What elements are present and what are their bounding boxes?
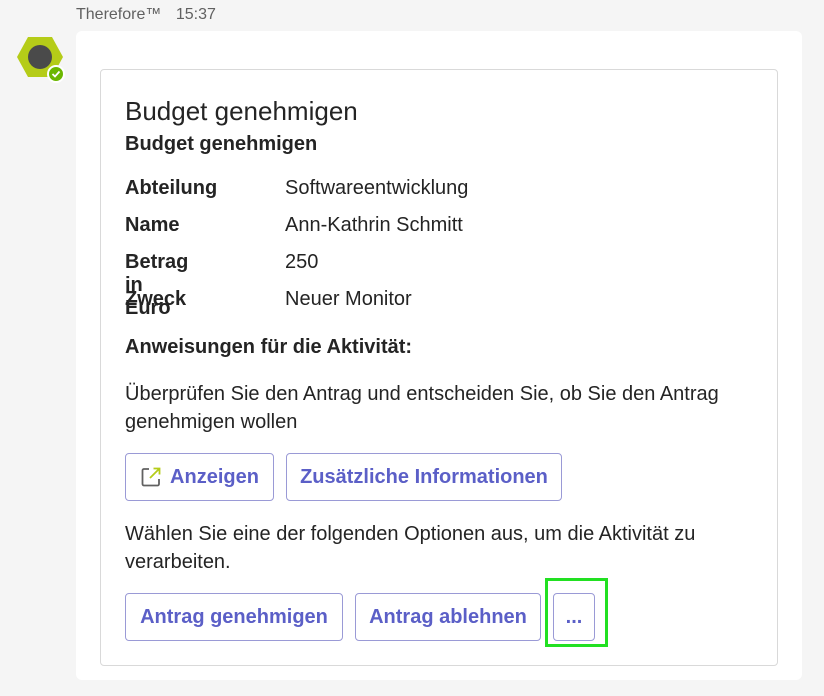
- fact-value: Ann-Kathrin Schmitt: [285, 214, 463, 236]
- reject-button[interactable]: Antrag ablehnen: [355, 593, 541, 641]
- fact-value: Softwareentwicklung: [285, 177, 469, 199]
- view-button-label: Anzeigen: [170, 465, 259, 488]
- approve-button[interactable]: Antrag genehmigen: [125, 593, 343, 641]
- avatar[interactable]: [15, 35, 67, 83]
- hexagon-logo-icon: [17, 37, 65, 83]
- fact-value: 250: [285, 251, 319, 273]
- adaptive-card: [100, 69, 778, 666]
- fact-label: Zweck: [125, 288, 187, 310]
- choose-option-text: Wählen Sie eine der folgenden Optionen a…: [125, 523, 696, 573]
- message-header: Therefore™ 15:37: [76, 6, 216, 24]
- sender-name: Therefore™: [76, 6, 162, 23]
- instructions-text: Überprüfen Sie den Antrag und entscheide…: [125, 383, 719, 433]
- message-time: 15:37: [175, 6, 216, 23]
- fact-label: Name: [125, 214, 180, 236]
- view-button[interactable]: Anzeigen: [125, 453, 274, 501]
- approve-button-label: Antrag genehmigen: [140, 605, 328, 628]
- focus-highlight: [545, 578, 608, 647]
- instructions-heading: Anweisungen für die Aktivität:: [125, 336, 413, 358]
- reject-button-label: Antrag ablehnen: [369, 605, 527, 628]
- card-subtitle: Budget genehmigen: [125, 133, 318, 155]
- available-check-icon: [47, 65, 65, 83]
- info-button[interactable]: Zusätzliche Informationen: [286, 453, 562, 501]
- fact-value: Neuer Monitor: [285, 288, 412, 310]
- card-title: Budget genehmigen: [125, 96, 358, 126]
- open-external-icon: [140, 466, 162, 488]
- info-button-label: Zusätzliche Informationen: [300, 465, 548, 488]
- fact-label: Abteilung: [125, 177, 218, 199]
